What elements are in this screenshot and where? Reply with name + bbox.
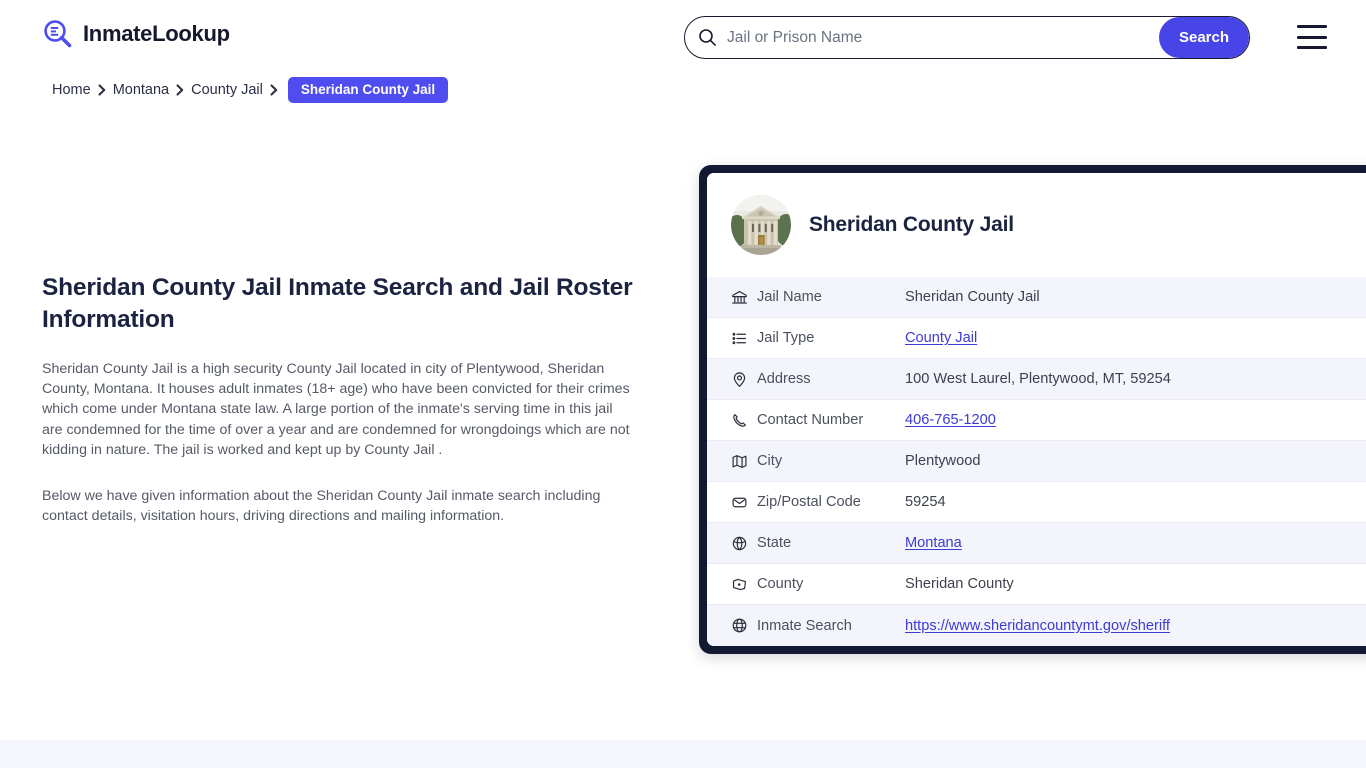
row-value: https://www.sheridancountymt.gov/sheriff: [905, 618, 1366, 634]
row-value: Sheridan County: [905, 576, 1014, 592]
jail-info-card-inner: Sheridan County Jail Jail Name Sheridan …: [707, 173, 1366, 646]
site-logo[interactable]: InmateLookup: [42, 18, 230, 50]
row-label: City: [757, 453, 783, 469]
hamburger-menu-icon[interactable]: [1297, 25, 1327, 49]
courthouse-building-photo: [731, 195, 791, 255]
envelope-icon: [731, 494, 757, 511]
row-label: Jail Type: [757, 330, 815, 346]
county-icon: [731, 576, 757, 593]
map-pin-icon: [731, 371, 757, 388]
table-row: Address 100 West Laurel, Plentywood, MT,…: [707, 359, 1366, 400]
table-row: Contact Number 406-765-1200: [707, 400, 1366, 441]
hamburger-bar: [1297, 46, 1327, 49]
breadcrumb-item-home[interactable]: Home: [52, 82, 91, 98]
logo-text: InmateLookup: [83, 21, 230, 46]
row-label: State: [757, 535, 792, 551]
jail-info-card: Sheridan County Jail Jail Name Sheridan …: [699, 165, 1366, 654]
row-label: County: [757, 576, 804, 592]
phone-link[interactable]: 406-765-1200: [905, 412, 996, 428]
web-icon: [731, 617, 757, 634]
footer-band: [0, 740, 1366, 768]
row-value: 406-765-1200: [905, 412, 1366, 428]
phone-icon: [731, 412, 757, 429]
search-icon: [685, 17, 723, 58]
breadcrumb-item-montana[interactable]: Montana: [113, 82, 169, 98]
jail-type-link[interactable]: County Jail: [905, 330, 977, 346]
jail-card-title: Sheridan County Jail: [809, 213, 1014, 236]
row-value: Plentywood: [905, 453, 981, 469]
row-label: Inmate Search: [757, 617, 852, 634]
row-label: Contact Number: [757, 412, 864, 428]
main-content: Sheridan County Jail Inmate Search and J…: [42, 272, 642, 527]
jail-info-card-header: Sheridan County Jail: [707, 173, 1366, 277]
row-value: 59254: [905, 494, 946, 510]
row-label: Jail Name: [757, 289, 822, 305]
row-label: Zip/Postal Code: [757, 494, 861, 510]
table-row: Jail Type County Jail: [707, 318, 1366, 359]
page-title: Sheridan County Jail Inmate Search and J…: [42, 274, 633, 334]
map-icon: [731, 453, 757, 470]
row-value: Montana: [905, 535, 1366, 551]
description-paragraph-2: Below we have given information about th…: [42, 488, 601, 525]
row-label: Address: [757, 371, 811, 387]
inmate-search-link[interactable]: https://www.sheridancountymt.gov/sheriff: [905, 618, 1170, 634]
row-value: Sheridan County Jail: [905, 289, 1040, 305]
magnifier-list-icon: [42, 18, 74, 50]
breadcrumb: Home Montana County Jail Sheridan County…: [52, 77, 449, 103]
jail-detail-table: Jail Name Sheridan County Jail Jail Type…: [707, 277, 1366, 646]
breadcrumb-item-county-jail[interactable]: County Jail: [191, 82, 263, 98]
page-root: InmateLookup Search Home Montana: [0, 0, 1366, 768]
row-value: 100 West Laurel, Plentywood, MT, 59254: [905, 371, 1171, 387]
table-row: State Montana: [707, 523, 1366, 564]
breadcrumb-current: Sheridan County Jail: [287, 77, 449, 103]
row-value: County Jail: [905, 330, 1366, 346]
table-row: Jail Name Sheridan County Jail: [707, 277, 1366, 318]
table-row: City Plentywood: [707, 441, 1366, 482]
table-row: County Sheridan County: [707, 564, 1366, 605]
chevron-right-icon: [91, 81, 113, 99]
bank-icon: [731, 289, 757, 306]
globe-grid-icon: [731, 535, 757, 552]
table-row: Inmate Search https://www.sheridancounty…: [707, 605, 1366, 646]
description-paragraph-1: Sheridan County Jail is a high security …: [42, 360, 630, 458]
hamburger-bar: [1297, 35, 1327, 39]
search-bar[interactable]: Search: [684, 16, 1250, 59]
chevron-right-icon: [169, 81, 191, 99]
hamburger-bar: [1297, 25, 1327, 28]
search-button[interactable]: Search: [1159, 17, 1249, 58]
chevron-right-icon: [263, 81, 285, 99]
table-row: Zip/Postal Code 59254: [707, 482, 1366, 523]
site-header: InmateLookup Search: [0, 0, 1366, 74]
list-icon: [731, 330, 757, 347]
state-link[interactable]: Montana: [905, 535, 962, 551]
search-input[interactable]: [723, 17, 1159, 58]
